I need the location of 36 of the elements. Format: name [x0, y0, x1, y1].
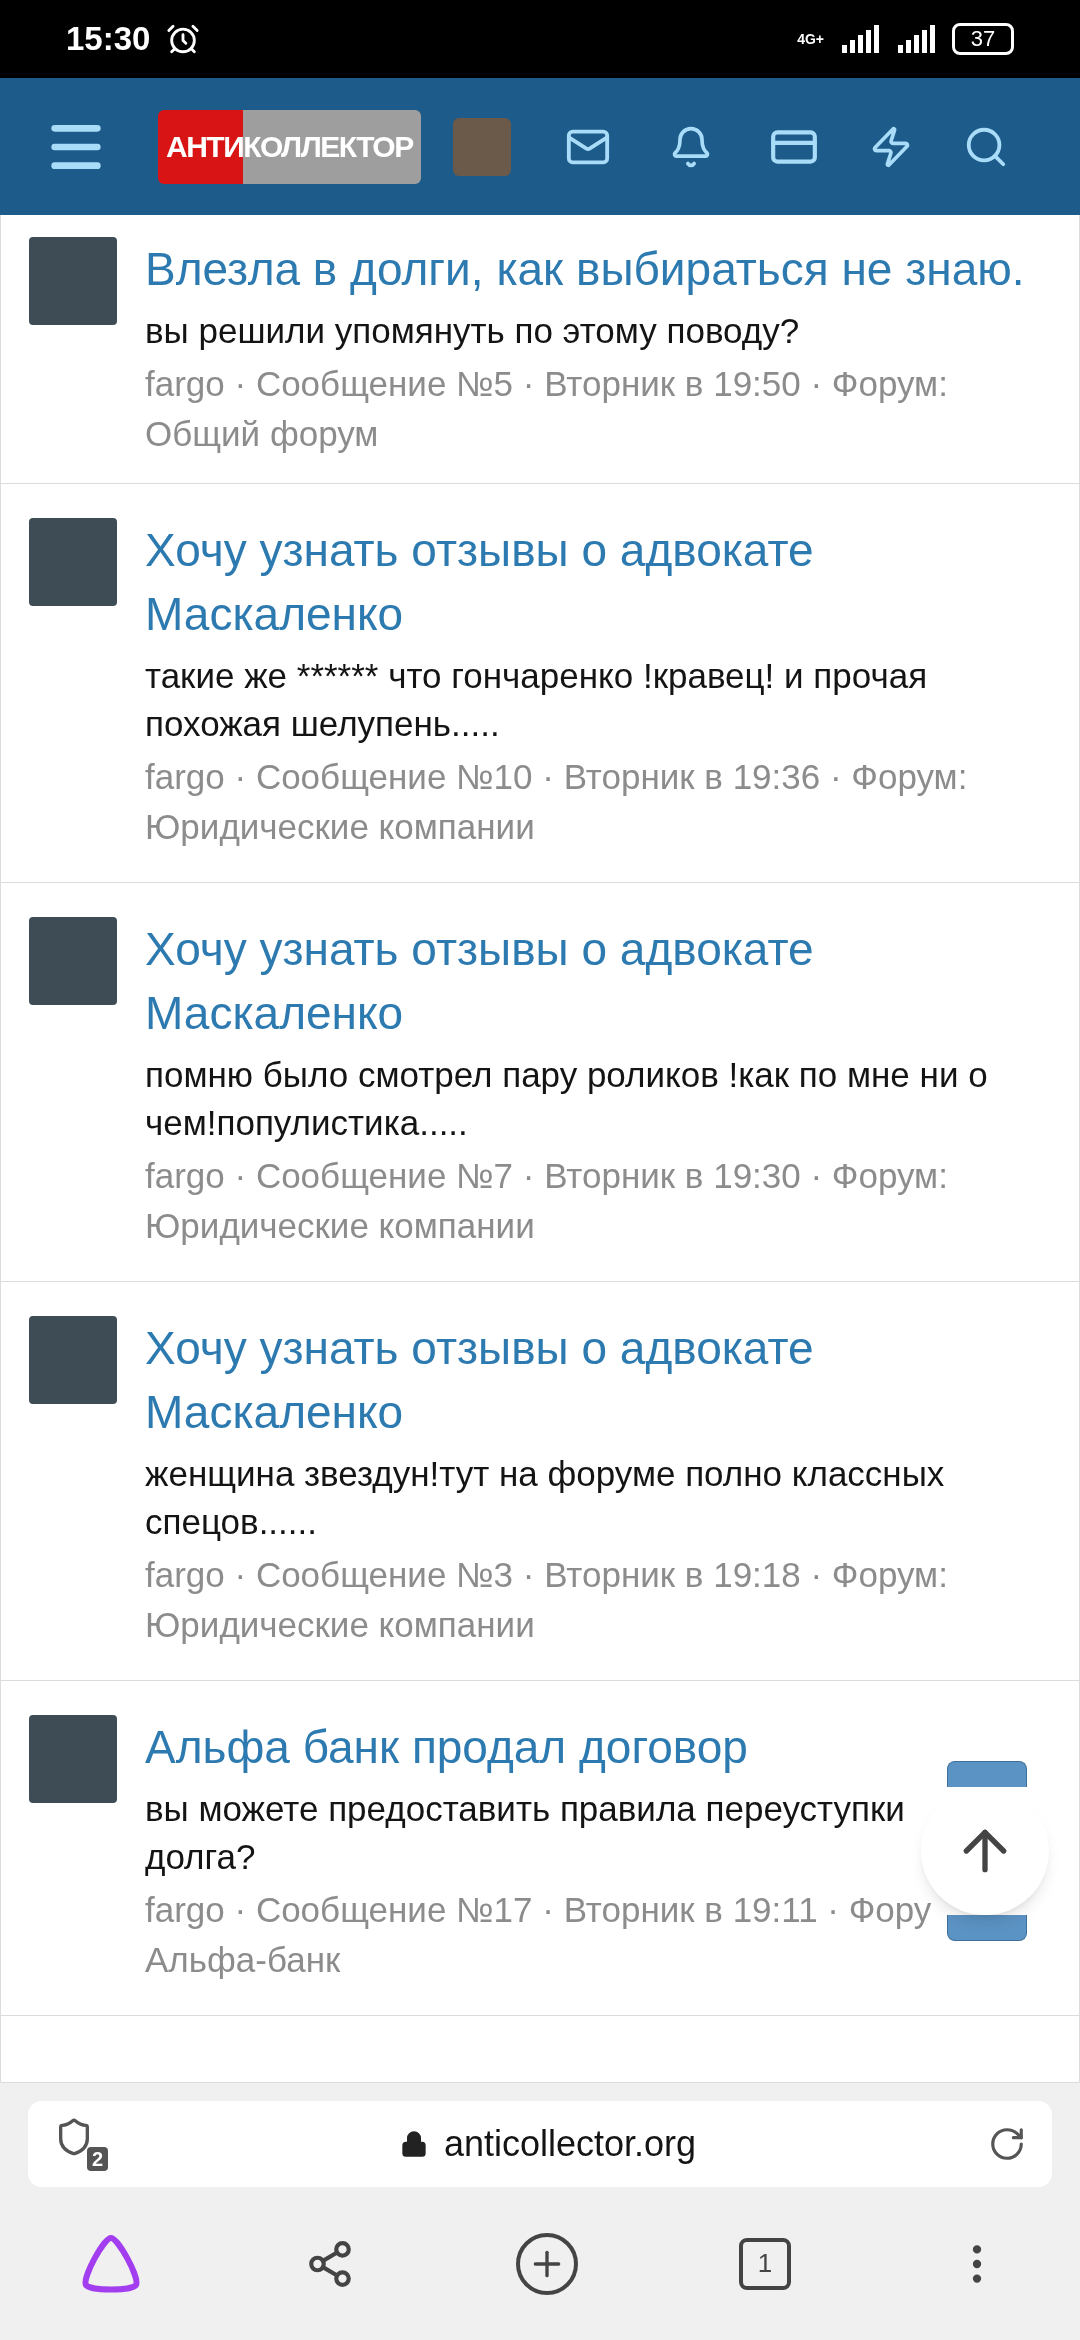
post-excerpt: вы можете предоставить правила переуступки долга? — [145, 1788, 906, 1878]
clock-time: 15:30 — [66, 19, 151, 60]
post-meta: Юридические компании — [145, 806, 535, 848]
logo-text: КОЛЛЕКТОР — [243, 109, 421, 184]
post-meta: Альфа-банк — [145, 1939, 341, 1981]
logo-text: АНТИ — [158, 109, 244, 184]
tabs-button[interactable]: 1 — [739, 2237, 791, 2290]
thread-title[interactable]: Альфа банк продал договор — [145, 1715, 1063, 1779]
post-excerpt: женщина звездун!тут на форуме полно классных спецов...... — [145, 1453, 946, 1543]
post-meta: fargo · Сообщение №17 · Вторник в 19:11 · Фору — [145, 1889, 932, 1931]
url-text: anticollector.org — [443, 2122, 697, 2166]
thread-title[interactable]: Влезла в долги, как выбираться не знаю. — [145, 237, 1063, 301]
post-excerpt: вы решили упомянуть по этому поводу? — [145, 310, 801, 352]
post-meta: fargo · Сообщение №3 · Вторник в 19:18 · Форум: — [145, 1554, 948, 1596]
post-excerpt: такие же ****** что гончаренко !кравец! и прочая похожая шелупень..... — [145, 655, 929, 745]
post-meta: fargo · Сообщение №10 · Вторник в 19:36 · Форум: — [145, 756, 968, 798]
lock-icon — [399, 2130, 428, 2158]
post-meta: Общий форум — [145, 413, 379, 455]
battery-level: 37 — [970, 28, 996, 50]
thread-title[interactable]: Хочу узнать отзывы о адвокате Маскаленко — [145, 518, 1063, 646]
address-bar[interactable]: 2 anticollector.org — [28, 2101, 1052, 2187]
signal-icon — [840, 25, 880, 53]
tracker-count: 2 — [86, 2147, 108, 2171]
post-meta: Юридические компании — [145, 1205, 535, 1247]
thread-title[interactable]: Хочу узнать отзывы о адвокате Маскаленко — [145, 917, 1063, 1045]
post-meta: fargo · Сообщение №5 · Вторник в 19:50 · Форум: — [145, 363, 948, 405]
new-tab-icon[interactable] — [516, 2232, 578, 2295]
network-type: 4G+ — [797, 29, 824, 49]
alarm-icon — [166, 22, 201, 56]
post-meta: Юридические компании — [145, 1604, 535, 1646]
reload-icon[interactable] — [988, 2125, 1026, 2163]
signal-icon — [896, 25, 936, 53]
post-excerpt: помню было смотрел пару роликов !как по мне ни о чем!популистика..... — [145, 1054, 989, 1144]
site-logo[interactable]: АНТИКОЛЛЕКТОР — [158, 109, 421, 184]
thread-title[interactable]: Хочу узнать отзывы о адвокате Маскаленко — [145, 1316, 1063, 1444]
post-meta: fargo · Сообщение №7 · Вторник в 19:30 · Форум: — [145, 1155, 948, 1197]
